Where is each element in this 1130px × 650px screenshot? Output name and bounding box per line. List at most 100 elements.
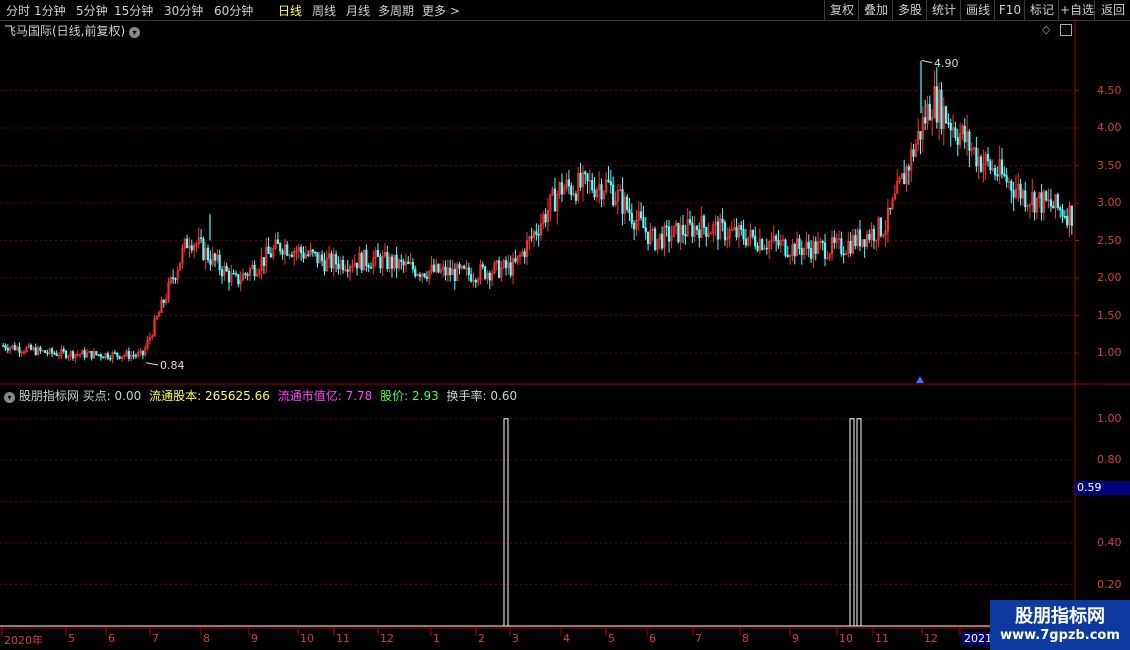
candle-body bbox=[633, 222, 636, 230]
candle-body bbox=[756, 245, 759, 251]
y-tick-label: 3.50 bbox=[1097, 158, 1122, 172]
kline-chart[interactable]: 4.90 0.84 bbox=[0, 0, 1130, 650]
candle-body bbox=[395, 254, 398, 269]
candle-body bbox=[584, 171, 587, 175]
x-axis-label: 11 bbox=[336, 632, 350, 645]
candle-body bbox=[227, 270, 231, 283]
candle-body bbox=[814, 241, 817, 254]
candle-body bbox=[346, 269, 349, 272]
candle-body bbox=[106, 353, 110, 359]
candle-body bbox=[949, 123, 952, 131]
x-axis-label: 8 bbox=[203, 632, 210, 645]
x-axis-label: 9 bbox=[792, 632, 799, 645]
candle-body bbox=[823, 242, 827, 259]
candle-body bbox=[302, 252, 305, 259]
candle-body bbox=[316, 252, 319, 264]
high-label: 4.90 bbox=[934, 57, 959, 70]
candle-body bbox=[418, 274, 422, 277]
watermark-logo: 股朋指标网 www.7gpzb.com bbox=[990, 600, 1130, 650]
candle-body bbox=[225, 266, 228, 272]
candle-body bbox=[237, 274, 240, 285]
x-axis-label: 5 bbox=[608, 632, 615, 645]
indicator-signal-bar bbox=[503, 418, 509, 626]
candle-body bbox=[1066, 216, 1069, 226]
candle-body bbox=[858, 229, 862, 247]
candle-body bbox=[213, 253, 217, 261]
candle-body bbox=[411, 262, 415, 270]
candle-body bbox=[975, 147, 978, 167]
x-axis-label: 2 bbox=[478, 632, 485, 645]
candle-body bbox=[807, 241, 810, 249]
candle-body bbox=[621, 189, 624, 214]
candle-body bbox=[246, 274, 249, 276]
candle-body bbox=[6, 348, 9, 351]
candle-body bbox=[109, 357, 112, 360]
candle-body bbox=[341, 259, 345, 271]
candle-body bbox=[537, 233, 540, 236]
indicator-tick-label: 0.80 bbox=[1097, 453, 1122, 467]
candle-body bbox=[777, 240, 780, 246]
candle-body bbox=[369, 267, 373, 269]
candle-body bbox=[360, 252, 363, 271]
watermark-title: 股朋指标网 bbox=[1015, 606, 1105, 627]
candle-body bbox=[640, 211, 643, 219]
indicator-tick-label: 1.00 bbox=[1097, 411, 1122, 425]
candle-body bbox=[134, 355, 137, 357]
candle-body bbox=[809, 248, 813, 259]
candle-body bbox=[13, 345, 16, 351]
candle-body bbox=[504, 260, 508, 269]
candle-body bbox=[567, 179, 571, 187]
candle-body bbox=[269, 253, 273, 258]
candle-body bbox=[986, 154, 990, 162]
candle-body bbox=[833, 237, 836, 243]
candle-body bbox=[83, 350, 86, 358]
candle-body bbox=[626, 196, 629, 210]
candle-body bbox=[889, 207, 892, 210]
candle-body bbox=[113, 352, 117, 354]
candle-body bbox=[954, 127, 957, 138]
candle-body bbox=[209, 259, 212, 265]
candle-body bbox=[30, 344, 33, 350]
candle-body bbox=[174, 278, 177, 281]
candle-body bbox=[723, 222, 727, 241]
x-axis-label: 4 bbox=[563, 632, 570, 645]
candle-body bbox=[609, 181, 612, 186]
candle-body bbox=[1056, 194, 1059, 209]
candle-body bbox=[400, 259, 403, 262]
x-axis-label: 6 bbox=[108, 632, 115, 645]
candle-body bbox=[314, 251, 317, 254]
candle-body bbox=[414, 268, 417, 277]
candle-body bbox=[681, 225, 685, 235]
candle-body bbox=[742, 229, 745, 240]
watermark-url: www.7gpzb.com bbox=[1000, 628, 1120, 643]
candle-body bbox=[849, 241, 852, 254]
candle-body bbox=[612, 184, 615, 206]
candle-body bbox=[1059, 207, 1062, 211]
x-axis-label: 1 bbox=[433, 632, 440, 645]
candle-body bbox=[206, 247, 210, 261]
candle-body bbox=[560, 182, 564, 195]
candle-body bbox=[1024, 190, 1027, 208]
x-axis-label: 2020年 bbox=[4, 634, 43, 647]
candle-body bbox=[311, 249, 314, 253]
candle-body bbox=[544, 214, 547, 223]
low-label: 0.84 bbox=[160, 359, 185, 372]
candle-body bbox=[432, 264, 435, 272]
candle-body bbox=[968, 131, 971, 151]
candle-body bbox=[34, 347, 37, 355]
candle-body bbox=[744, 238, 747, 246]
candle-body bbox=[630, 212, 633, 224]
x-axis-label: 6 bbox=[649, 632, 656, 645]
candle-body bbox=[281, 250, 284, 255]
candle-body bbox=[509, 262, 512, 276]
candle-body bbox=[956, 137, 959, 145]
candle-body bbox=[535, 231, 538, 235]
candle-body bbox=[912, 149, 915, 157]
candle-body bbox=[644, 227, 647, 233]
candle-body bbox=[1019, 183, 1022, 199]
y-tick-label: 3.00 bbox=[1097, 196, 1122, 209]
candle-body bbox=[903, 173, 906, 185]
x-axis-label: 3 bbox=[512, 632, 519, 645]
x-axis-label: 9 bbox=[251, 632, 258, 645]
candle-body bbox=[407, 261, 410, 265]
